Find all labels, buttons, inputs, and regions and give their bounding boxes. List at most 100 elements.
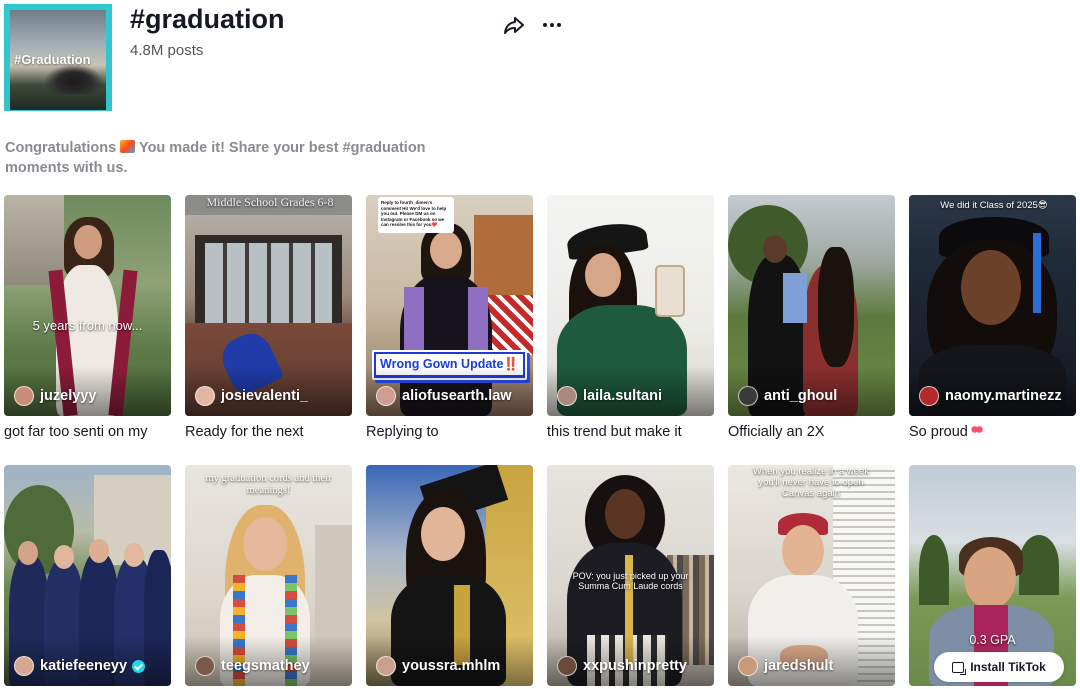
person-face — [605, 489, 645, 539]
video-overlay-text: 0.3 GPA — [969, 633, 1016, 647]
verified-badge-icon — [132, 659, 146, 673]
share-icon — [504, 17, 524, 34]
party-popper-icon — [120, 140, 136, 153]
video-caption: Ready for the next — [185, 424, 304, 440]
avatar — [376, 656, 396, 676]
tassel — [1033, 233, 1041, 313]
video-overlay-text: We did it Class of 2025😎 — [940, 200, 1048, 211]
avatar — [738, 386, 758, 406]
avatar — [14, 656, 34, 676]
description-text-end: You made it! Share your best #graduation — [135, 140, 426, 156]
person-head — [54, 545, 74, 569]
video-thumbnail[interactable]: katiefeeneyy — [4, 465, 171, 686]
person-face — [74, 225, 102, 259]
palm-tree — [919, 535, 949, 605]
video-caption: So proud — [909, 424, 1076, 440]
wooden-door — [474, 215, 533, 295]
video-thumbnail[interactable]: my graduation cords and their meanings! … — [185, 465, 352, 686]
video-card[interactable]: POV: you just picked up your Summa Cum L… — [547, 465, 714, 686]
video-caption: Officially an 2X — [728, 424, 825, 440]
person-face — [585, 253, 621, 297]
more-options-button[interactable] — [540, 13, 564, 37]
username: youssra.mhlm — [402, 658, 501, 674]
glass-doors — [205, 243, 332, 323]
video-card[interactable]: laila.sultani this trend but make it — [547, 195, 714, 440]
cover-graduates — [44, 64, 104, 94]
avatar — [738, 656, 758, 676]
avatar — [557, 656, 577, 676]
video-author[interactable]: jaredshult — [738, 656, 833, 676]
heart-icon — [970, 426, 983, 436]
video-card[interactable]: When you realize in a week you'll never … — [728, 465, 895, 686]
video-overlay-text: When you realize in a week you'll never … — [752, 466, 870, 499]
video-author[interactable]: aliofusearth.law — [376, 386, 512, 406]
video-card[interactable]: Middle School Grades 6-8 josievalenti_ R… — [185, 195, 352, 440]
username: katiefeeneyy — [40, 658, 128, 674]
video-card[interactable]: Reply to fourth_dimen's comment Hi! We'd… — [366, 195, 533, 440]
video-card[interactable]: 5 years from now... juzelyyy got far too… — [4, 195, 171, 440]
video-thumbnail[interactable]: POV: you just picked up your Summa Cum L… — [547, 465, 714, 686]
avatar — [195, 386, 215, 406]
person-hair — [818, 247, 854, 367]
username: naomy.martinezz — [945, 388, 1062, 404]
video-caption: Replying to — [366, 424, 439, 440]
hashtag-cover-image: #Graduation — [4, 4, 112, 111]
person-face — [430, 231, 462, 269]
video-author[interactable]: laila.sultani — [557, 386, 662, 406]
description-text-line2: moments with us. — [5, 159, 128, 176]
post-count: 4.8M posts — [130, 42, 204, 59]
video-author[interactable]: teegsmathey — [195, 656, 310, 676]
install-tiktok-button[interactable]: Install TikTok — [934, 652, 1064, 682]
username: laila.sultani — [583, 388, 662, 404]
person-head — [763, 235, 787, 263]
video-author[interactable]: youssra.mhlm — [376, 656, 500, 676]
description-text-start: Congratulations — [5, 140, 121, 156]
video-thumbnail[interactable]: anti_ghoul — [728, 195, 895, 416]
username: teegsmathey — [221, 658, 310, 674]
video-thumbnail[interactable]: We did it Class of 2025😎 naomy.martinezz — [909, 195, 1076, 416]
install-icon — [952, 661, 967, 675]
avatar — [919, 386, 939, 406]
video-author[interactable]: juzelyyy — [14, 386, 96, 406]
video-caption: this trend but make it — [547, 424, 682, 440]
video-caption: got far too senti on my — [4, 424, 148, 440]
username: aliofusearth.law — [402, 388, 512, 404]
video-thumbnail[interactable]: laila.sultani — [547, 195, 714, 416]
person-head — [124, 543, 144, 567]
person-face — [961, 250, 1021, 325]
video-card[interactable]: katiefeeneyy — [4, 465, 171, 686]
video-overlay-text: 5 years from now... — [32, 318, 143, 333]
video-card[interactable]: anti_ghoul Officially an 2X — [728, 195, 895, 440]
username: josievalenti_ — [221, 388, 309, 404]
phone — [655, 265, 685, 317]
video-thumbnail[interactable]: 5 years from now... juzelyyy — [4, 195, 171, 416]
building-sign: Middle School Grades 6-8 — [206, 195, 334, 209]
video-card[interactable]: my graduation cords and their meanings! … — [185, 465, 352, 686]
video-card[interactable]: youssra.mhlm — [366, 465, 533, 686]
cover-text: #Graduation — [14, 52, 91, 67]
video-thumbnail[interactable]: youssra.mhlm — [366, 465, 533, 686]
person-face — [421, 507, 465, 561]
ellipsis-icon — [543, 23, 561, 27]
comment-reply-card: Reply to fourth_dimen's comment Hi! We'd… — [378, 197, 454, 233]
person-face — [964, 547, 1016, 609]
avatar — [557, 386, 577, 406]
video-author[interactable]: katiefeeneyy — [14, 656, 146, 676]
page-title: #graduation — [130, 4, 285, 34]
video-author[interactable]: xxpushinpretty — [557, 656, 687, 676]
video-thumbnail[interactable]: Reply to fourth_dimen's comment Hi! We'd… — [366, 195, 533, 416]
video-author[interactable]: naomy.martinezz — [919, 386, 1062, 406]
video-overlay-text: POV: you just picked up your Summa Cum L… — [572, 571, 689, 591]
username: juzelyyy — [40, 388, 97, 404]
share-button[interactable] — [502, 13, 526, 37]
grad-hood — [783, 273, 807, 323]
palm-tree — [1019, 535, 1059, 595]
video-author[interactable]: anti_ghoul — [738, 386, 837, 406]
video-author[interactable]: josievalenti_ — [195, 386, 308, 406]
username: jaredshult — [764, 658, 834, 674]
person-face — [782, 525, 824, 577]
video-card[interactable]: We did it Class of 2025😎 naomy.martinezz… — [909, 195, 1076, 440]
video-thumbnail[interactable]: Middle School Grades 6-8 josievalenti_ — [185, 195, 352, 416]
video-thumbnail[interactable]: When you realize in a week you'll never … — [728, 465, 895, 686]
person-face — [243, 517, 287, 571]
